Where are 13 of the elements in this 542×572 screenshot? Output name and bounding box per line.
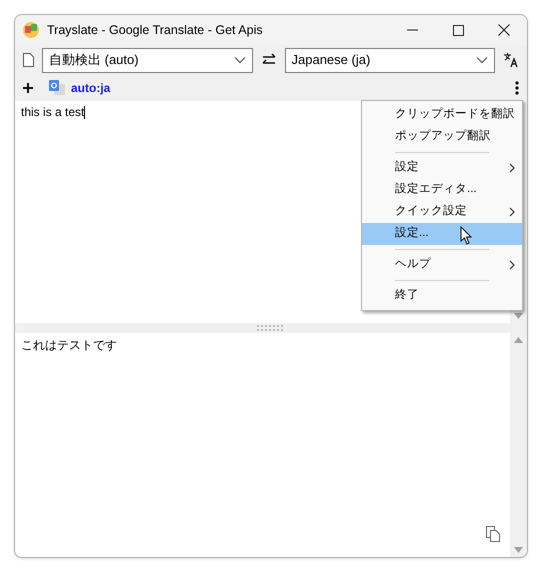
target-language-dropdown[interactable]: Japanese (ja): [284, 48, 495, 72]
window-title: Trayslate - Google Translate - Get Apis: [47, 22, 264, 39]
translation-text: これはテストです: [21, 337, 117, 354]
menu-item[interactable]: ヘルプ: [362, 254, 522, 276]
menu-item[interactable]: 設定エディタ...: [362, 179, 522, 201]
menu-item[interactable]: 設定...: [362, 223, 522, 245]
tab[interactable]: auto:ja: [49, 79, 110, 97]
menu-item[interactable]: クイック設定: [362, 201, 522, 223]
source-language-dropdown[interactable]: 自動検出 (auto): [42, 48, 252, 72]
menu-item[interactable]: ポップアップ翻訳: [362, 126, 522, 148]
menu-item[interactable]: クリップボードを翻訳: [362, 104, 522, 126]
menu-item[interactable]: 設定: [362, 157, 522, 179]
menu-item[interactable]: 終了: [362, 285, 522, 307]
